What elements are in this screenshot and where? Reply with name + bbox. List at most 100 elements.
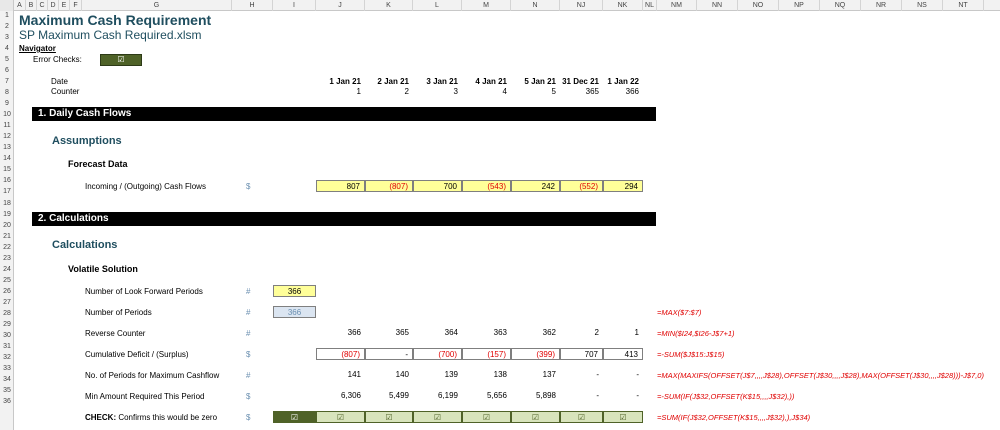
- column-header-n[interactable]: N: [511, 0, 560, 11]
- row-header-27[interactable]: 27: [0, 298, 14, 308]
- column-header-g[interactable]: G: [82, 0, 232, 11]
- column-header-np[interactable]: NP: [779, 0, 820, 11]
- cash-flow-cell[interactable]: 700: [413, 180, 462, 192]
- cash-flow-cell[interactable]: 242: [511, 180, 560, 192]
- min-amount-cell[interactable]: -: [560, 390, 603, 402]
- column-header-h[interactable]: H: [232, 0, 273, 11]
- check-total-cell[interactable]: ☑: [273, 411, 316, 423]
- periods-max-cell[interactable]: 138: [462, 369, 511, 381]
- cash-flow-cell[interactable]: (552): [560, 180, 603, 192]
- row-header-5[interactable]: 5: [0, 55, 14, 65]
- row-header-23[interactable]: 23: [0, 254, 14, 264]
- row-header-8[interactable]: 8: [0, 88, 14, 98]
- reverse-counter-cell[interactable]: 366: [316, 327, 365, 339]
- cumulative-cell[interactable]: (700): [413, 348, 462, 360]
- check-cell[interactable]: ☑: [603, 411, 643, 423]
- row-header-35[interactable]: 35: [0, 386, 14, 396]
- check-cell[interactable]: ☑: [413, 411, 462, 423]
- column-header-f[interactable]: F: [70, 0, 82, 11]
- error-checks-indicator[interactable]: ☑: [100, 54, 142, 66]
- column-header-i[interactable]: I: [273, 0, 316, 11]
- min-amount-cell[interactable]: 5,898: [511, 390, 560, 402]
- row-header-29[interactable]: 29: [0, 320, 14, 330]
- periods-max-cell[interactable]: 141: [316, 369, 365, 381]
- row-header-13[interactable]: 13: [0, 143, 14, 153]
- row-header-4[interactable]: 4: [0, 44, 14, 54]
- min-amount-cell[interactable]: 6,199: [413, 390, 462, 402]
- select-all-corner[interactable]: [0, 0, 14, 11]
- row-header-12[interactable]: 12: [0, 132, 14, 142]
- cumulative-cell[interactable]: (399): [511, 348, 560, 360]
- row-header-17[interactable]: 17: [0, 187, 14, 197]
- cumulative-cell[interactable]: (157): [462, 348, 511, 360]
- cumulative-cell[interactable]: 707: [560, 348, 603, 360]
- navigator-link[interactable]: Navigator: [19, 44, 56, 53]
- row-header-15[interactable]: 15: [0, 165, 14, 175]
- row-header-20[interactable]: 20: [0, 221, 14, 231]
- row-header-18[interactable]: 18: [0, 199, 14, 209]
- column-header-ns[interactable]: NS: [902, 0, 943, 11]
- reverse-counter-cell[interactable]: 1: [603, 327, 643, 339]
- column-header-nq[interactable]: NQ: [820, 0, 861, 11]
- row-header-25[interactable]: 25: [0, 276, 14, 286]
- column-header-e[interactable]: E: [59, 0, 70, 11]
- cash-flow-cell[interactable]: (807): [365, 180, 413, 192]
- row-header-21[interactable]: 21: [0, 232, 14, 242]
- cumulative-cell[interactable]: -: [365, 348, 413, 360]
- row-header-11[interactable]: 11: [0, 121, 14, 131]
- column-header-nk[interactable]: NK: [603, 0, 643, 11]
- reverse-counter-cell[interactable]: 365: [365, 327, 413, 339]
- row-header-2[interactable]: 2: [0, 22, 14, 32]
- row-header-26[interactable]: 26: [0, 287, 14, 297]
- periods-max-cell[interactable]: 140: [365, 369, 413, 381]
- row-header-19[interactable]: 19: [0, 210, 14, 220]
- look-forward-input[interactable]: 366: [273, 285, 316, 297]
- column-header-no[interactable]: NO: [738, 0, 779, 11]
- reverse-counter-cell[interactable]: 2: [560, 327, 603, 339]
- row-header-33[interactable]: 33: [0, 364, 14, 374]
- periods-max-cell[interactable]: -: [603, 369, 643, 381]
- row-header-14[interactable]: 14: [0, 154, 14, 164]
- row-header-1[interactable]: 1: [0, 11, 14, 21]
- periods-value[interactable]: 366: [273, 306, 316, 318]
- column-header-j[interactable]: J: [316, 0, 365, 11]
- row-header-34[interactable]: 34: [0, 375, 14, 385]
- column-header-nm[interactable]: NM: [657, 0, 697, 11]
- row-header-22[interactable]: 22: [0, 243, 14, 253]
- min-amount-cell[interactable]: 6,306: [316, 390, 365, 402]
- reverse-counter-cell[interactable]: 362: [511, 327, 560, 339]
- reverse-counter-cell[interactable]: 364: [413, 327, 462, 339]
- check-cell[interactable]: ☑: [511, 411, 560, 423]
- column-header-nj[interactable]: NJ: [560, 0, 603, 11]
- row-header-16[interactable]: 16: [0, 176, 14, 186]
- periods-max-cell[interactable]: 137: [511, 369, 560, 381]
- cash-flow-cell[interactable]: 807: [316, 180, 365, 192]
- column-header-d[interactable]: D: [48, 0, 59, 11]
- periods-max-cell[interactable]: 139: [413, 369, 462, 381]
- row-header-31[interactable]: 31: [0, 342, 14, 352]
- row-header-3[interactable]: 3: [0, 33, 14, 43]
- periods-max-cell[interactable]: -: [560, 369, 603, 381]
- cumulative-cell[interactable]: 413: [603, 348, 643, 360]
- column-header-l[interactable]: L: [413, 0, 462, 11]
- reverse-counter-cell[interactable]: 363: [462, 327, 511, 339]
- column-header-nt[interactable]: NT: [943, 0, 984, 11]
- column-header-nl[interactable]: NL: [643, 0, 657, 11]
- check-cell[interactable]: ☑: [316, 411, 365, 423]
- row-header-7[interactable]: 7: [0, 77, 14, 87]
- column-header-b[interactable]: B: [26, 0, 37, 11]
- row-header-9[interactable]: 9: [0, 99, 14, 109]
- row-header-6[interactable]: 6: [0, 66, 14, 76]
- row-header-10[interactable]: 10: [0, 110, 14, 120]
- row-header-32[interactable]: 32: [0, 353, 14, 363]
- column-header-m[interactable]: M: [462, 0, 511, 11]
- check-cell[interactable]: ☑: [560, 411, 603, 423]
- check-cell[interactable]: ☑: [365, 411, 413, 423]
- cash-flow-cell[interactable]: (543): [462, 180, 511, 192]
- column-header-nn[interactable]: NN: [697, 0, 738, 11]
- row-header-24[interactable]: 24: [0, 265, 14, 275]
- cumulative-cell[interactable]: (807): [316, 348, 365, 360]
- column-header-k[interactable]: K: [365, 0, 413, 11]
- column-header-c[interactable]: C: [37, 0, 48, 11]
- min-amount-cell[interactable]: -: [603, 390, 643, 402]
